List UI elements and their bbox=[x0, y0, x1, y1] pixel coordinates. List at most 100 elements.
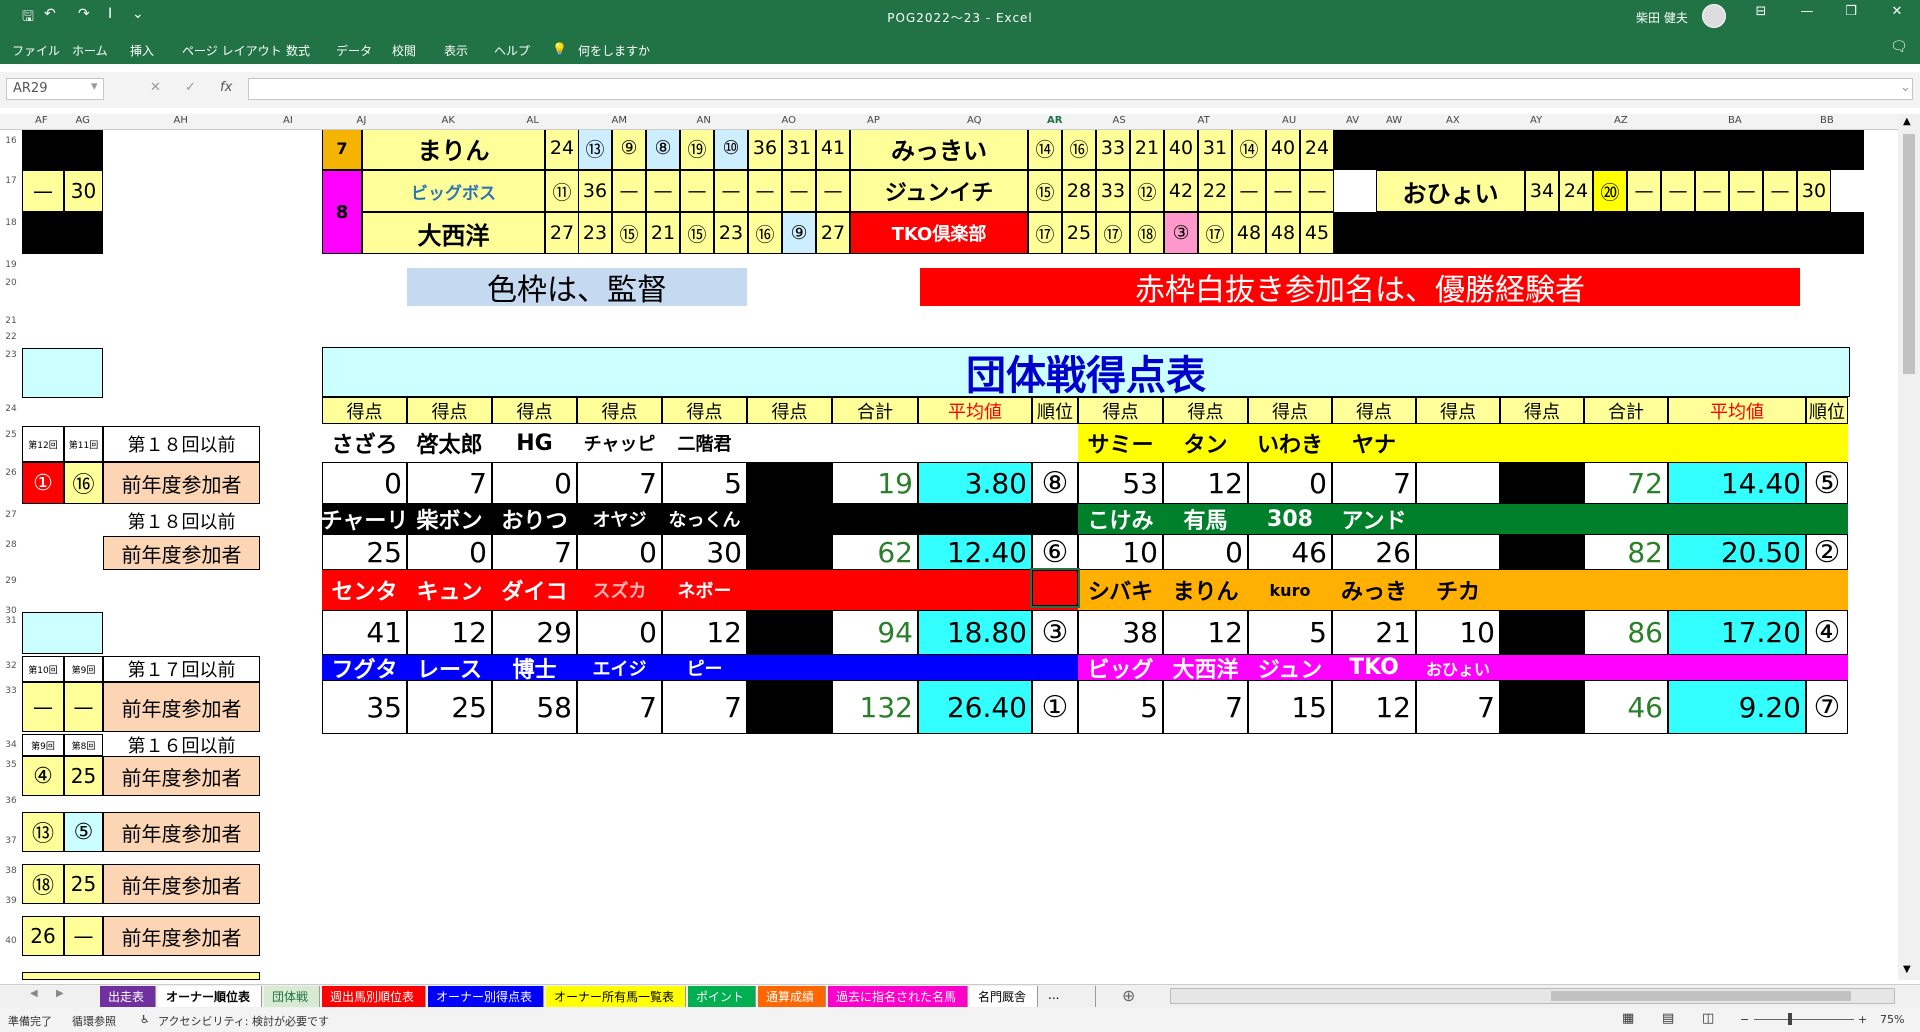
row-header-39[interactable]: 39 bbox=[0, 896, 22, 906]
row-header-19[interactable]: 19 bbox=[0, 260, 22, 270]
hscroll-thumb[interactable] bbox=[1551, 991, 1851, 1001]
col-header-AZ[interactable]: AZ bbox=[1614, 115, 1628, 126]
col-header-BA[interactable]: BA bbox=[1728, 115, 1742, 126]
row-header-33[interactable]: 33 bbox=[0, 686, 22, 696]
sheet-tab-6[interactable]: ポイント bbox=[688, 986, 756, 1007]
col-header-AS[interactable]: AS bbox=[1113, 115, 1126, 126]
avatar[interactable] bbox=[1702, 4, 1726, 28]
col-header-AR[interactable]: AR bbox=[1047, 115, 1062, 126]
row-header-34[interactable]: 34 bbox=[0, 740, 22, 750]
comments-icon[interactable]: 🗨 bbox=[1890, 39, 1908, 55]
ribbon-tab-3[interactable]: ページ レイアウト bbox=[182, 42, 282, 59]
page-break-icon[interactable]: ◫ bbox=[1702, 1011, 1714, 1026]
status-circular[interactable]: 循環参照 bbox=[72, 1013, 116, 1029]
normal-view-icon[interactable]: ▦ bbox=[1622, 1011, 1634, 1026]
tab-scroll-left-icon[interactable]: ◀ bbox=[30, 988, 38, 999]
col-header-AQ[interactable]: AQ bbox=[967, 115, 982, 126]
col-header-AH[interactable]: AH bbox=[174, 115, 188, 126]
row-header-38[interactable]: 38 bbox=[0, 866, 22, 876]
sheet-tab-9[interactable]: 名門厩舎 bbox=[970, 986, 1038, 1007]
row-header-32[interactable]: 32 bbox=[0, 661, 22, 671]
cancel-icon[interactable]: ✕ bbox=[150, 80, 161, 95]
ribbon-tab-5[interactable]: データ bbox=[336, 42, 372, 59]
lightbulb-icon[interactable]: 💡 bbox=[552, 42, 567, 56]
status-accessibility[interactable]: アクセシビリティ: 検討が必要です bbox=[158, 1013, 329, 1029]
vertical-scrollbar[interactable]: ▲ ▼ bbox=[1898, 114, 1920, 980]
col-header-AI[interactable]: AI bbox=[283, 115, 293, 126]
formula-input[interactable] bbox=[248, 78, 1913, 100]
ribbon-tab-1[interactable]: ホーム bbox=[72, 42, 108, 59]
row-header-16[interactable]: 16 bbox=[0, 136, 22, 146]
ribbon-display-button[interactable]: ⊟ bbox=[1746, 4, 1776, 19]
col-header-AJ[interactable]: AJ bbox=[357, 115, 367, 126]
close-button[interactable]: ✕ bbox=[1882, 4, 1912, 19]
enter-icon[interactable]: ✓ bbox=[185, 80, 196, 95]
ribbon-tab-6[interactable]: 校閲 bbox=[392, 42, 416, 59]
scroll-thumb[interactable] bbox=[1903, 134, 1915, 374]
minimize-button[interactable]: — bbox=[1792, 4, 1822, 19]
sheet-tab-3[interactable]: 週出馬別順位表 bbox=[322, 986, 426, 1007]
sheet-tab-10[interactable]: ... bbox=[1040, 986, 1096, 1007]
row-header-35[interactable]: 35 bbox=[0, 760, 22, 770]
ribbon-tab-4[interactable]: 数式 bbox=[286, 42, 310, 59]
row-header-26[interactable]: 26 bbox=[0, 468, 22, 478]
col-header-BB[interactable]: BB bbox=[1820, 115, 1834, 126]
zoom-level[interactable]: 75% bbox=[1880, 1013, 1904, 1026]
sheet-tab-2[interactable]: 団体戦 bbox=[264, 986, 320, 1007]
col-header-AV[interactable]: AV bbox=[1346, 115, 1359, 126]
row-header-36[interactable]: 36 bbox=[0, 796, 22, 806]
row-header-24[interactable]: 24 bbox=[0, 404, 22, 414]
expand-formula-icon[interactable]: ⌄ bbox=[1900, 80, 1911, 95]
sheet-tab-4[interactable]: オーナー別得点表 bbox=[428, 986, 544, 1007]
row-header-20[interactable]: 20 bbox=[0, 278, 22, 288]
zoom-thumb[interactable] bbox=[1788, 1013, 1792, 1025]
col-header-AG[interactable]: AG bbox=[76, 115, 90, 126]
col-header-AF[interactable]: AF bbox=[35, 115, 48, 126]
name-box[interactable]: AR29 bbox=[6, 78, 104, 100]
restore-button[interactable]: ❐ bbox=[1836, 4, 1866, 19]
ribbon-tab-7[interactable]: 表示 bbox=[444, 42, 468, 59]
row-header-25[interactable]: 25 bbox=[0, 430, 22, 440]
row-header-31[interactable]: 31 bbox=[0, 616, 22, 626]
sheet-tab-8[interactable]: 過去に指名された名馬 bbox=[828, 986, 968, 1007]
ribbon-tab-0[interactable]: ファイル bbox=[12, 42, 60, 59]
ribbon-tab-8[interactable]: ヘルプ bbox=[494, 42, 530, 59]
col-header-AP[interactable]: AP bbox=[867, 115, 880, 126]
col-header-AT[interactable]: AT bbox=[1198, 115, 1210, 126]
row-header-29[interactable]: 29 bbox=[0, 576, 22, 586]
horizontal-scrollbar[interactable] bbox=[1170, 988, 1895, 1004]
col-header-AU[interactable]: AU bbox=[1282, 115, 1296, 126]
row-header-30[interactable]: 30 bbox=[0, 606, 22, 616]
col-header-AN[interactable]: AN bbox=[697, 115, 711, 126]
row-header-22[interactable]: 22 bbox=[0, 332, 22, 342]
add-sheet-icon[interactable]: ⊕ bbox=[1122, 986, 1135, 1005]
selected-cell[interactable] bbox=[1030, 568, 1080, 608]
col-header-AM[interactable]: AM bbox=[612, 115, 627, 126]
scroll-up-icon[interactable]: ▲ bbox=[1903, 116, 1911, 127]
row-header-27[interactable]: 27 bbox=[0, 510, 22, 520]
fx-icon[interactable]: fx bbox=[220, 80, 232, 95]
col-header-AL[interactable]: AL bbox=[527, 115, 539, 126]
row-header-18[interactable]: 18 bbox=[0, 218, 22, 228]
col-header-AK[interactable]: AK bbox=[442, 115, 455, 126]
row-header-28[interactable]: 28 bbox=[0, 540, 22, 550]
zoom-in-icon[interactable]: + bbox=[1858, 1013, 1867, 1026]
chevron-down-icon[interactable]: ▾ bbox=[91, 79, 98, 94]
ribbon-tab-2[interactable]: 挿入 bbox=[130, 42, 154, 59]
col-header-AO[interactable]: AO bbox=[782, 115, 797, 126]
worksheet-grid[interactable]: 16 17 18 19 20 21 22 23 24 25 26 27 28 29 30 31 32 33 34 35… bbox=[0, 130, 1898, 980]
tell-me-box[interactable]: 何をしますか bbox=[578, 42, 650, 59]
user-name[interactable]: 柴田 健夫 bbox=[1636, 9, 1688, 26]
zoom-slider[interactable] bbox=[1754, 1019, 1854, 1020]
sheet-tab-7[interactable]: 通算成績 bbox=[758, 986, 826, 1007]
col-header-AW[interactable]: AW bbox=[1386, 115, 1402, 126]
row-header-21[interactable]: 21 bbox=[0, 316, 22, 326]
page-layout-icon[interactable]: ▤ bbox=[1662, 1011, 1674, 1026]
col-header-AY[interactable]: AY bbox=[1530, 115, 1542, 126]
sheet-tab-0[interactable]: 出走表 bbox=[100, 986, 156, 1007]
col-header-AX[interactable]: AX bbox=[1446, 115, 1460, 126]
sheet-tab-5[interactable]: オーナー所有馬一覧表 bbox=[546, 986, 686, 1007]
tab-scroll-right-icon[interactable]: ▶ bbox=[56, 988, 64, 999]
zoom-out-icon[interactable]: − bbox=[1740, 1013, 1749, 1026]
sheet-tab-1[interactable]: オーナー順位表 bbox=[158, 986, 262, 1007]
